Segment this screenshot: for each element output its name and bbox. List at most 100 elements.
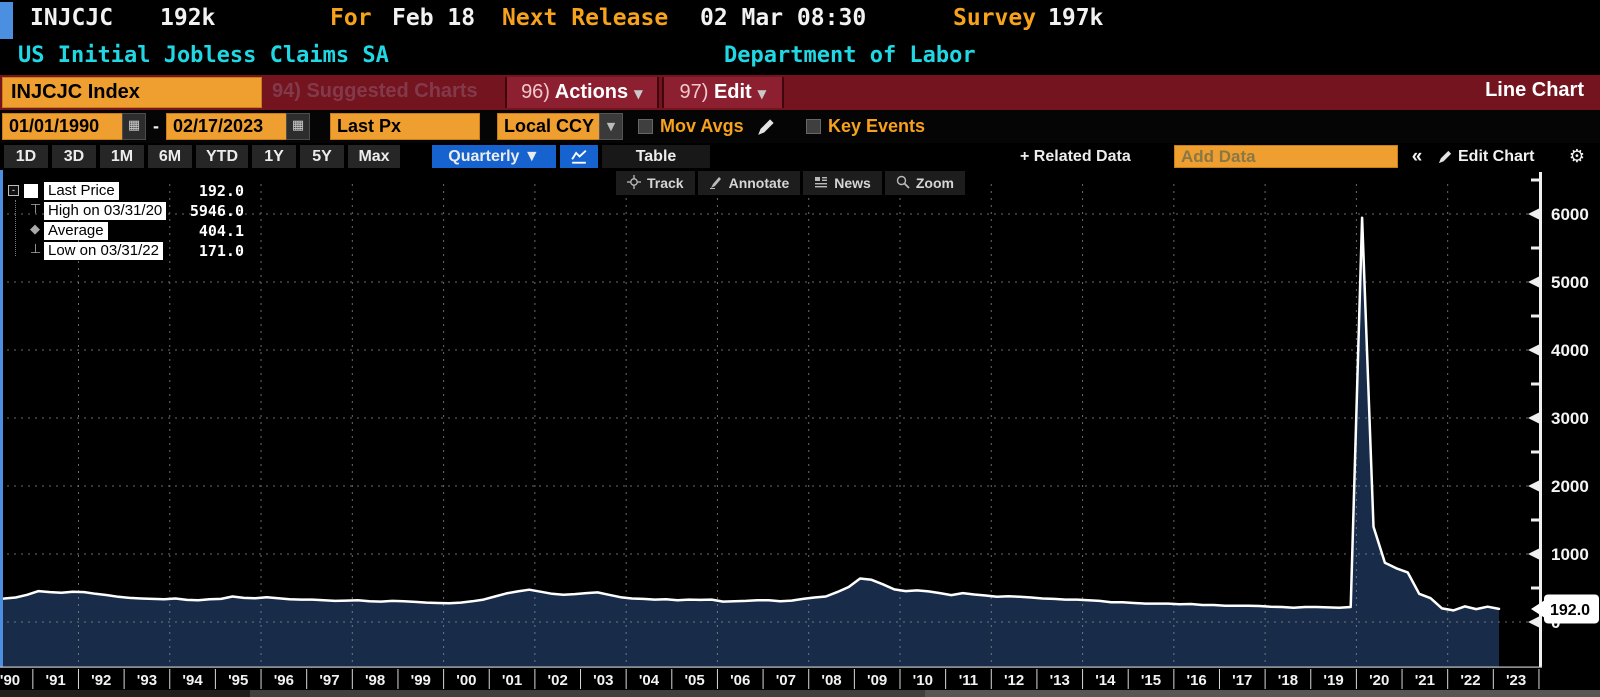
- x-axis-year-label: '05: [684, 672, 704, 689]
- date-to-input[interactable]: 02/17/2023: [166, 113, 292, 140]
- high-marker-icon: ⊤: [30, 202, 41, 217]
- news-icon: [814, 175, 828, 192]
- key-events-checkbox[interactable]: [806, 119, 821, 134]
- command-input[interactable]: INJCJC Index: [2, 77, 262, 108]
- x-axis-year-label: '98: [365, 672, 385, 689]
- add-data-input[interactable]: Add Data: [1174, 145, 1398, 168]
- date-from-input[interactable]: 01/01/1990: [2, 113, 128, 140]
- calendar-icon[interactable]: ▦: [122, 113, 146, 140]
- news-button[interactable]: News: [803, 171, 882, 195]
- legend-row: Last Price192.0: [8, 182, 244, 202]
- range-tab-1d[interactable]: 1D: [4, 145, 48, 168]
- x-axis-year-label: '20: [1369, 672, 1389, 689]
- x-axis-year-label: '07: [776, 672, 796, 689]
- track-button[interactable]: Track: [616, 171, 695, 195]
- table-tab[interactable]: Table: [602, 145, 710, 168]
- x-axis-year-label: '21: [1415, 672, 1435, 689]
- range-tab-max[interactable]: Max: [348, 145, 400, 168]
- header-row-2: US Initial Jobless Claims SA Department …: [0, 40, 1600, 74]
- chart-toolbar: TrackAnnotate News Zoom: [616, 171, 965, 195]
- x-axis-year-label: '23: [1506, 672, 1526, 689]
- suggested-charts-button[interactable]: 94) Suggested Charts: [272, 80, 478, 103]
- x-axis-year-label: '10: [913, 672, 933, 689]
- x-axis-year-label: '04: [639, 672, 660, 689]
- svg-text:4000: 4000: [1551, 341, 1589, 360]
- x-axis: '90'91'92'93'94'95'96'97'98'99'00'01'02'…: [0, 669, 1539, 689]
- legend-row: ⊥Low on 03/31/22171.0: [8, 242, 244, 262]
- x-axis-year-label: '95: [228, 672, 248, 689]
- annotate-button[interactable]: Annotate: [698, 171, 801, 195]
- x-axis-year-label: '90: [0, 672, 20, 689]
- price-type-input[interactable]: Last Px: [330, 113, 480, 140]
- horizontal-scrollbar[interactable]: [0, 690, 1600, 697]
- x-axis-year-label: '06: [730, 672, 750, 689]
- scrollbar-thumb[interactable]: [925, 690, 1600, 697]
- edit-label: Edit: [714, 81, 752, 103]
- legend-label: High on 03/31/20: [44, 202, 166, 220]
- legend-label: Average: [44, 222, 108, 240]
- chart-controls: 01/01/1990 ▦ - 02/17/2023 ▦ Last Px Loca…: [0, 110, 1600, 143]
- calendar-icon[interactable]: ▦: [286, 113, 310, 140]
- legend-row: ◆ Average 404.1: [8, 222, 244, 242]
- for-value: Feb 18: [392, 5, 475, 31]
- range-tab-3d[interactable]: 3D: [52, 145, 96, 168]
- date-range-dash: -: [153, 116, 159, 137]
- x-axis-year-label: '08: [821, 672, 841, 689]
- x-axis-year-label: '97: [319, 672, 339, 689]
- actions-number: 96): [521, 81, 550, 103]
- chart-settings-gear-icon[interactable]: ⚙: [1562, 145, 1592, 168]
- x-axis-year-label: '96: [274, 672, 294, 689]
- edit-caret-icon: ▼: [757, 87, 766, 101]
- view-mode-label: Line Chart: [1485, 79, 1584, 102]
- x-axis-year-label: '03: [593, 672, 613, 689]
- zoom-magnifier-icon: [896, 175, 910, 192]
- x-axis-year-label: '01: [502, 672, 522, 689]
- range-tab-6m[interactable]: 6M: [148, 145, 192, 168]
- x-axis-year-label: '12: [1004, 672, 1024, 689]
- svg-text:5000: 5000: [1551, 273, 1589, 292]
- legend-row: ⊤High on 03/31/205946.0: [8, 202, 244, 222]
- legend-value: 404.1: [199, 222, 244, 240]
- data-source: Department of Labor: [724, 43, 976, 68]
- x-axis-year-label: '22: [1460, 672, 1480, 689]
- x-axis-year-label: '11: [959, 672, 978, 689]
- range-tab-ytd[interactable]: YTD: [196, 145, 248, 168]
- period-select[interactable]: Quarterly ▼: [432, 145, 556, 168]
- tool-label: News: [834, 175, 871, 191]
- x-axis-year-label: '15: [1141, 672, 1161, 689]
- average-marker-icon: ◆: [30, 222, 40, 237]
- x-axis-year-label: '19: [1323, 672, 1343, 689]
- actions-caret-icon: ▼: [634, 87, 643, 101]
- line-chart-icon: [568, 149, 590, 165]
- zoom-button[interactable]: Zoom: [885, 171, 965, 195]
- currency-select[interactable]: Local CCY: [497, 113, 605, 140]
- related-data-button[interactable]: + Related Data: [1020, 145, 1154, 168]
- x-axis-year-label: '91: [46, 672, 66, 689]
- range-tab-1m[interactable]: 1M: [100, 145, 144, 168]
- collapse-button[interactable]: «: [1403, 145, 1431, 168]
- edit-button[interactable]: 97) Edit ▼: [662, 77, 784, 108]
- edit-number: 97): [679, 81, 708, 103]
- for-label: For: [330, 5, 372, 31]
- chart-area: 0100020003000400050006000192.0'90'91'92'…: [0, 170, 1600, 690]
- mov-avgs-checkbox[interactable]: [638, 119, 653, 134]
- x-axis-year-label: '99: [411, 672, 431, 689]
- actions-label: Actions: [555, 81, 628, 103]
- mov-avgs-pencil-icon[interactable]: [757, 117, 776, 141]
- x-axis-year-label: '17: [1232, 672, 1252, 689]
- chart-legend: - Last Price192.0⊤High on 03/31/205946.0…: [8, 182, 244, 262]
- price-line: [0, 218, 1499, 611]
- actions-button[interactable]: 96) Actions ▼: [505, 77, 659, 108]
- range-tab-1y[interactable]: 1Y: [252, 145, 296, 168]
- tool-label: Zoom: [916, 175, 954, 191]
- scrollbar-track-segment[interactable]: [250, 690, 925, 697]
- x-axis-year-label: '94: [182, 672, 203, 689]
- survey-value: 197k: [1048, 5, 1103, 31]
- survey-label: Survey: [953, 5, 1036, 31]
- security-name: US Initial Jobless Claims SA: [18, 43, 389, 68]
- chart-type-button[interactable]: [560, 145, 598, 168]
- currency-dropdown-icon[interactable]: ▼: [599, 113, 623, 140]
- svg-text:3000: 3000: [1551, 409, 1589, 428]
- range-tab-5y[interactable]: 5Y: [300, 145, 344, 168]
- edit-chart-button[interactable]: Edit Chart: [1438, 145, 1534, 168]
